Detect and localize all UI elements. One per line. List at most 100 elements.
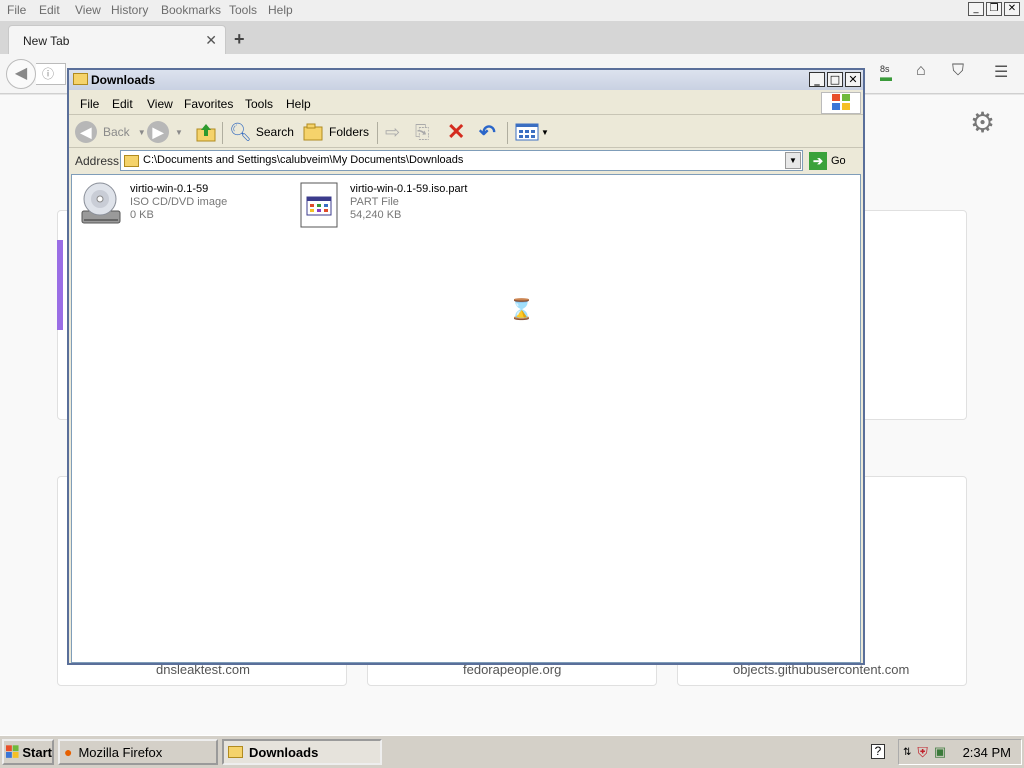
- ff-downloads-icon[interactable]: ▬: [880, 70, 892, 84]
- forward-dropdown-icon[interactable]: ▼: [175, 128, 183, 137]
- address-dropdown-icon[interactable]: ▼: [785, 152, 801, 169]
- forward-arrow-icon: ▶: [147, 121, 169, 143]
- search-button[interactable]: 🔍︎ Search: [229, 120, 294, 144]
- clock: 2:34 PM: [962, 744, 1011, 760]
- ff-close-button[interactable]: ✕: [1004, 2, 1020, 16]
- views-button[interactable]: ▼: [515, 120, 549, 144]
- go-button[interactable]: ➔ Go: [809, 150, 846, 171]
- back-dropdown-icon[interactable]: ▼: [138, 128, 146, 137]
- go-arrow-icon: ➔: [809, 151, 827, 170]
- explorer-toolbar: ◀ Back ▼ ▶ ▼ 🔍︎ Search Folders ⇨ ⎘ ✕ ↶ ▼: [69, 116, 863, 148]
- menu-file[interactable]: File: [80, 97, 99, 111]
- ff-back-icon[interactable]: ◀: [6, 59, 36, 89]
- explorer-menubar: File Edit View Favorites Tools Help: [69, 91, 863, 115]
- views-dropdown-icon: ▼: [541, 127, 549, 137]
- toolbar-separator: [377, 122, 378, 144]
- help-icon[interactable]: ?: [871, 744, 885, 759]
- cd-drive-icon: [81, 182, 121, 224]
- start-button[interactable]: Start: [2, 739, 54, 765]
- toolbar-separator: [507, 122, 508, 144]
- taskbar-item-firefox[interactable]: ● Mozilla Firefox: [58, 739, 218, 765]
- system-tray: ⇅ ⛨ ▣ 2:34 PM: [898, 739, 1022, 765]
- ff-hamburger-menu-icon[interactable]: ☰: [994, 62, 1008, 82]
- ff-menu-history[interactable]: History: [111, 3, 148, 17]
- ff-menu-edit[interactable]: Edit: [39, 3, 60, 17]
- file-name: virtio-win-0.1-59: [130, 183, 209, 195]
- explorer-titlebar[interactable]: Downloads _ □ ✕: [69, 70, 863, 90]
- back-arrow-icon: ◀: [75, 121, 97, 143]
- ff-tabstrip: New Tab ✕ +: [0, 21, 1024, 54]
- file-size: 0 KB: [130, 209, 154, 221]
- search-icon: 🔍︎: [229, 121, 252, 142]
- move-to-icon: ⇨: [385, 121, 401, 142]
- windows-flag-icon: [6, 745, 19, 758]
- ff-window-controls: _ ❐ ✕: [968, 2, 1020, 16]
- ff-menu-bookmarks[interactable]: Bookmarks: [161, 3, 221, 17]
- firefox-menubar: File Edit View History Bookmarks Tools H…: [0, 0, 1024, 21]
- file-list: virtio-win-0.1-59 ISO CD/DVD image 0 KB …: [71, 174, 861, 663]
- explorer-minimize-button[interactable]: _: [809, 72, 825, 87]
- ff-tab-new-tab[interactable]: New Tab ✕: [8, 25, 226, 54]
- hourglass-cursor-icon: ⌛: [509, 297, 534, 321]
- network-icon[interactable]: ⇅: [903, 747, 911, 758]
- folder-icon: [73, 73, 88, 85]
- taskbar-item-label: Downloads: [249, 744, 319, 760]
- file-type: ISO CD/DVD image: [130, 196, 228, 208]
- back-button[interactable]: ◀ Back ▼: [75, 120, 146, 144]
- ff-info-icon: ⓘ: [42, 67, 55, 81]
- ff-menu-help[interactable]: Help: [268, 3, 293, 17]
- ff-urlbar[interactable]: ⓘ: [36, 63, 66, 85]
- forward-button[interactable]: ▶ ▼: [147, 120, 183, 144]
- explorer-maximize-button[interactable]: □: [827, 72, 843, 87]
- folders-icon: [303, 123, 323, 141]
- ff-tile-thumbnail: [57, 240, 63, 330]
- ff-menu-view[interactable]: View: [75, 3, 101, 17]
- copy-to-icon: ⎘: [415, 121, 430, 142]
- folders-label: Folders: [329, 125, 370, 139]
- ff-tab-title: New Tab: [23, 34, 70, 48]
- delete-button[interactable]: ✕: [447, 119, 465, 144]
- taskbar-item-downloads[interactable]: Downloads: [222, 739, 382, 765]
- back-label: Back: [103, 125, 130, 139]
- ff-pocket-icon[interactable]: ⛉: [952, 62, 964, 80]
- address-label: Address: [75, 154, 120, 168]
- menu-favorites[interactable]: Favorites: [184, 97, 233, 111]
- taskbar: Start ● Mozilla Firefox Downloads ? ⇅ ⛨ …: [0, 735, 1024, 768]
- address-bar: Address C:\Documents and Settings\calubv…: [69, 149, 863, 173]
- taskbar-item-label: Mozilla Firefox: [78, 744, 163, 760]
- ff-restore-button[interactable]: ❐: [986, 2, 1002, 16]
- folders-button[interactable]: Folders: [303, 120, 369, 144]
- windows-logo-icon: [821, 92, 861, 114]
- undo-icon: ↶: [479, 121, 496, 144]
- tray-app-icon[interactable]: ▣: [934, 744, 946, 760]
- security-shield-icon[interactable]: ⛨: [917, 744, 928, 761]
- search-label: Search: [255, 125, 294, 139]
- explorer-title: Downloads: [91, 73, 156, 87]
- ff-settings-gear-icon[interactable]: ⚙: [970, 106, 995, 139]
- part-file-icon: [300, 182, 338, 228]
- ff-menu-tools[interactable]: Tools: [229, 3, 257, 17]
- explorer-window: Downloads _ □ ✕ File Edit View Favorites…: [67, 68, 865, 665]
- toolbar-separator: [222, 122, 223, 144]
- ff-menu-file[interactable]: File: [7, 3, 26, 17]
- up-folder-button[interactable]: [195, 120, 217, 144]
- move-to-button[interactable]: ⇨: [385, 120, 400, 144]
- ff-tab-close-icon[interactable]: ✕: [205, 32, 217, 49]
- ff-minimize-button[interactable]: _: [968, 2, 984, 16]
- menu-view[interactable]: View: [147, 97, 173, 111]
- ff-home-icon[interactable]: ⌂: [916, 62, 926, 80]
- explorer-close-button[interactable]: ✕: [845, 72, 861, 87]
- undo-button[interactable]: ↶: [479, 120, 496, 144]
- menu-tools[interactable]: Tools: [245, 97, 273, 111]
- folder-icon: [124, 155, 139, 167]
- copy-to-button[interactable]: ⎘: [415, 120, 429, 144]
- address-path: C:\Documents and Settings\calubveim\My D…: [143, 154, 464, 166]
- firefox-icon: ●: [64, 744, 73, 760]
- up-folder-icon: [196, 124, 216, 142]
- menu-edit[interactable]: Edit: [112, 97, 133, 111]
- start-label: Start: [22, 744, 52, 760]
- address-input[interactable]: C:\Documents and Settings\calubveim\My D…: [120, 150, 803, 171]
- menu-help[interactable]: Help: [286, 97, 311, 111]
- file-name: virtio-win-0.1-59.iso.part: [350, 183, 468, 195]
- ff-new-tab-icon[interactable]: +: [234, 29, 245, 50]
